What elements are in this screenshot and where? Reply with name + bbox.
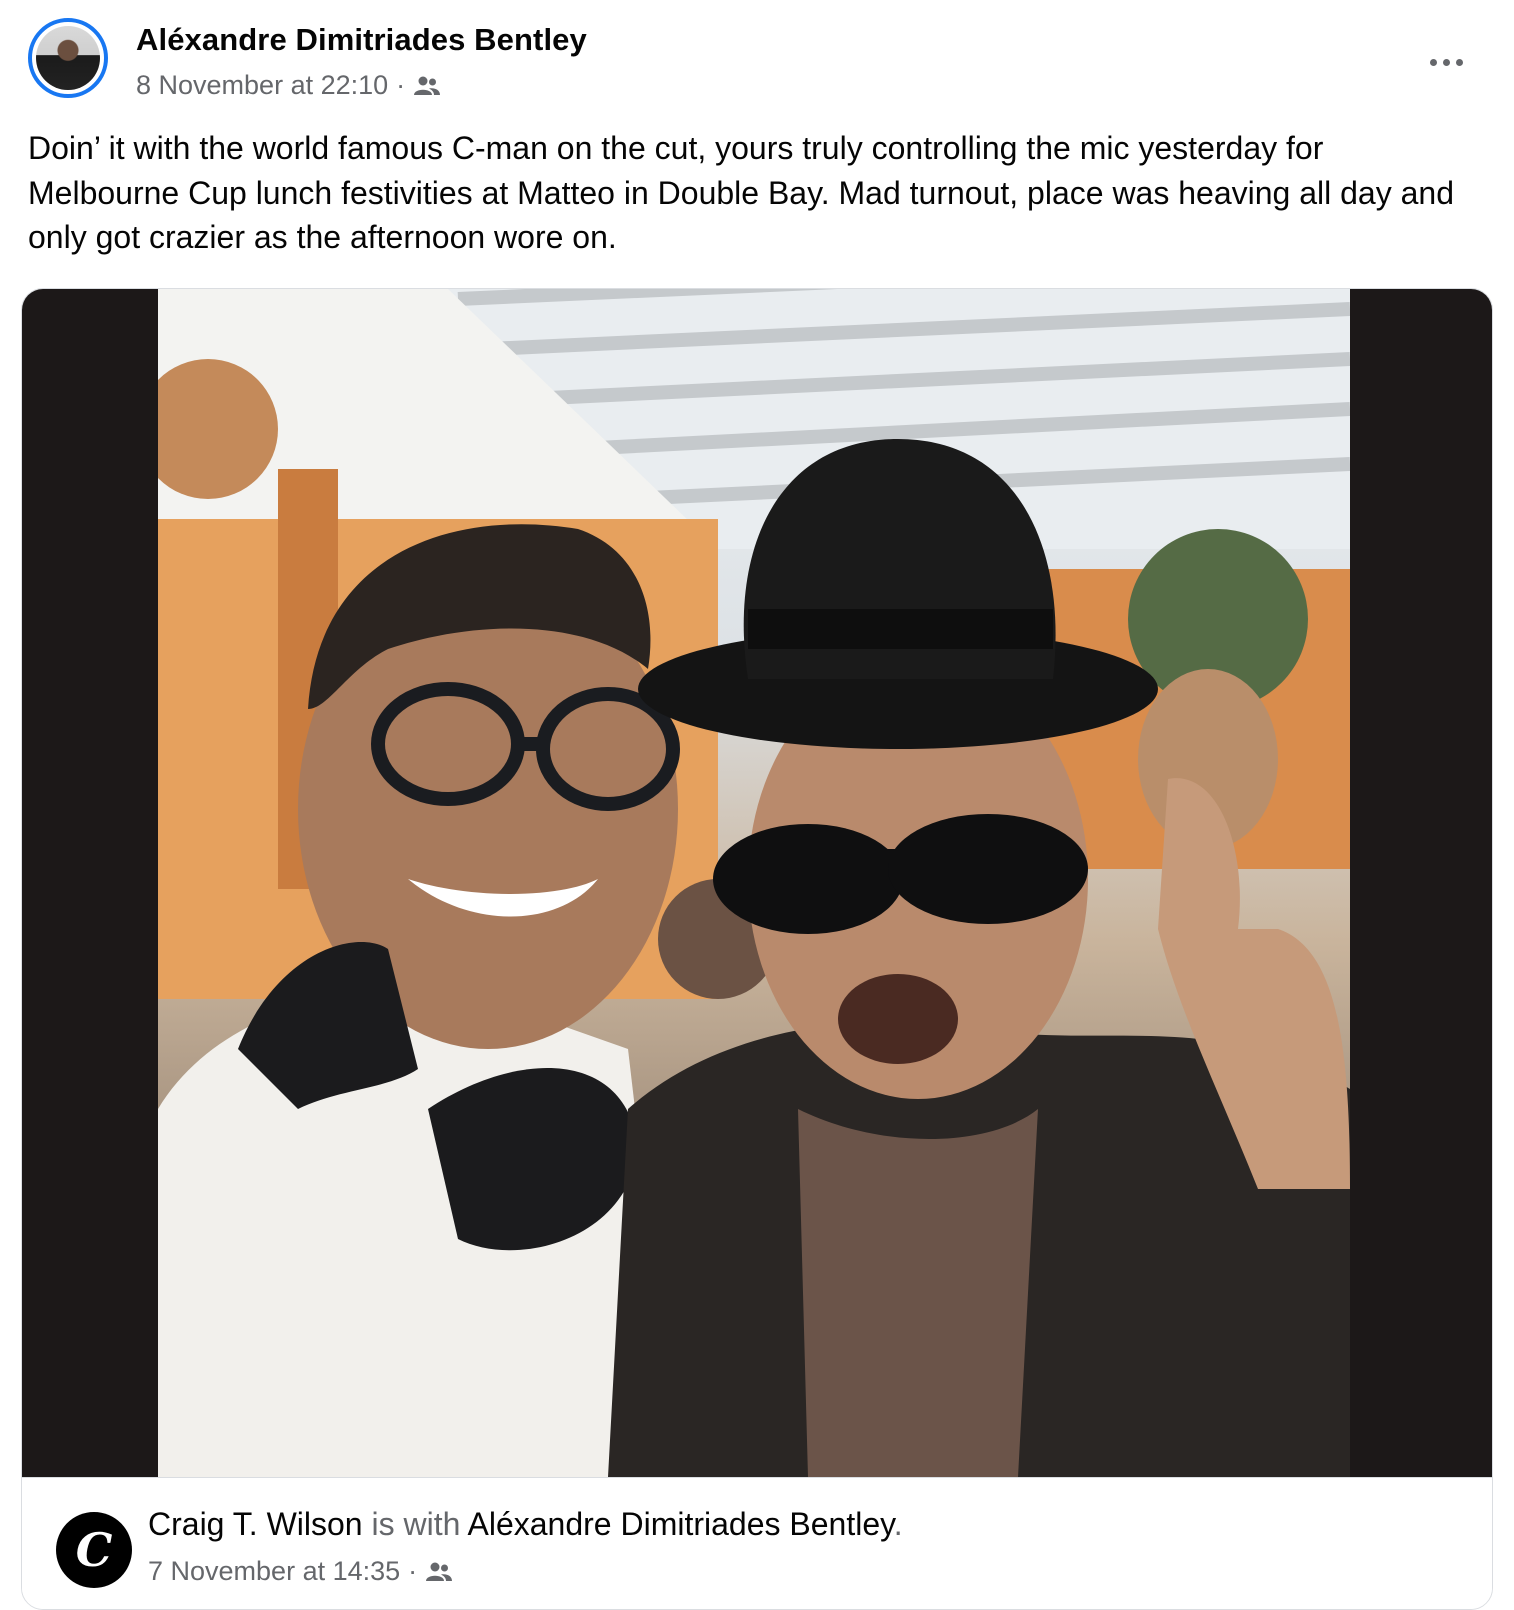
shared-author-avatar[interactable]: C (56, 1512, 132, 1588)
meta-separator: · (408, 1556, 418, 1586)
tagged-person[interactable]: Aléxandre Dimitriades Bentley (468, 1506, 894, 1542)
author-name[interactable]: Aléxandre Dimitriades Bentley (136, 22, 587, 58)
shared-author-name[interactable]: Craig T. Wilson (148, 1506, 363, 1542)
avatar-photo (36, 26, 100, 90)
shared-post-footer: C Craig T. Wilson is with Aléxandre Dimi… (22, 1477, 1492, 1609)
dot (1455, 58, 1463, 66)
author-avatar[interactable] (28, 18, 108, 98)
shared-post-meta: 7 November at 14:35 · (148, 1556, 453, 1587)
attribution-period: . (893, 1506, 903, 1542)
post-photo[interactable] (158, 289, 1350, 1477)
post-header: Aléxandre Dimitriades Bentley 8 November… (28, 18, 1488, 114)
shared-post-attribution: Craig T. Wilson is with Aléxandre Dimitr… (148, 1506, 903, 1543)
post-meta: 8 November at 22:10 · (136, 70, 441, 101)
more-options-icon[interactable] (1424, 52, 1468, 72)
avatar-letter: C (75, 1523, 113, 1577)
photo-frame (22, 289, 1492, 1477)
friends-icon[interactable] (413, 75, 441, 97)
friends-icon[interactable] (425, 1561, 453, 1583)
post-timestamp[interactable]: 8 November at 22:10 (136, 70, 388, 101)
shared-post-card[interactable]: C Craig T. Wilson is with Aléxandre Dimi… (21, 288, 1493, 1610)
photo-illustration (158, 289, 1350, 1477)
dot (1429, 58, 1437, 66)
is-with-text: is with (362, 1506, 468, 1542)
meta-separator: · (396, 70, 406, 100)
post-text: Doin’ it with the world famous C-man on … (28, 130, 1454, 255)
shared-timestamp[interactable]: 7 November at 14:35 (148, 1556, 400, 1587)
dot (1442, 58, 1450, 66)
